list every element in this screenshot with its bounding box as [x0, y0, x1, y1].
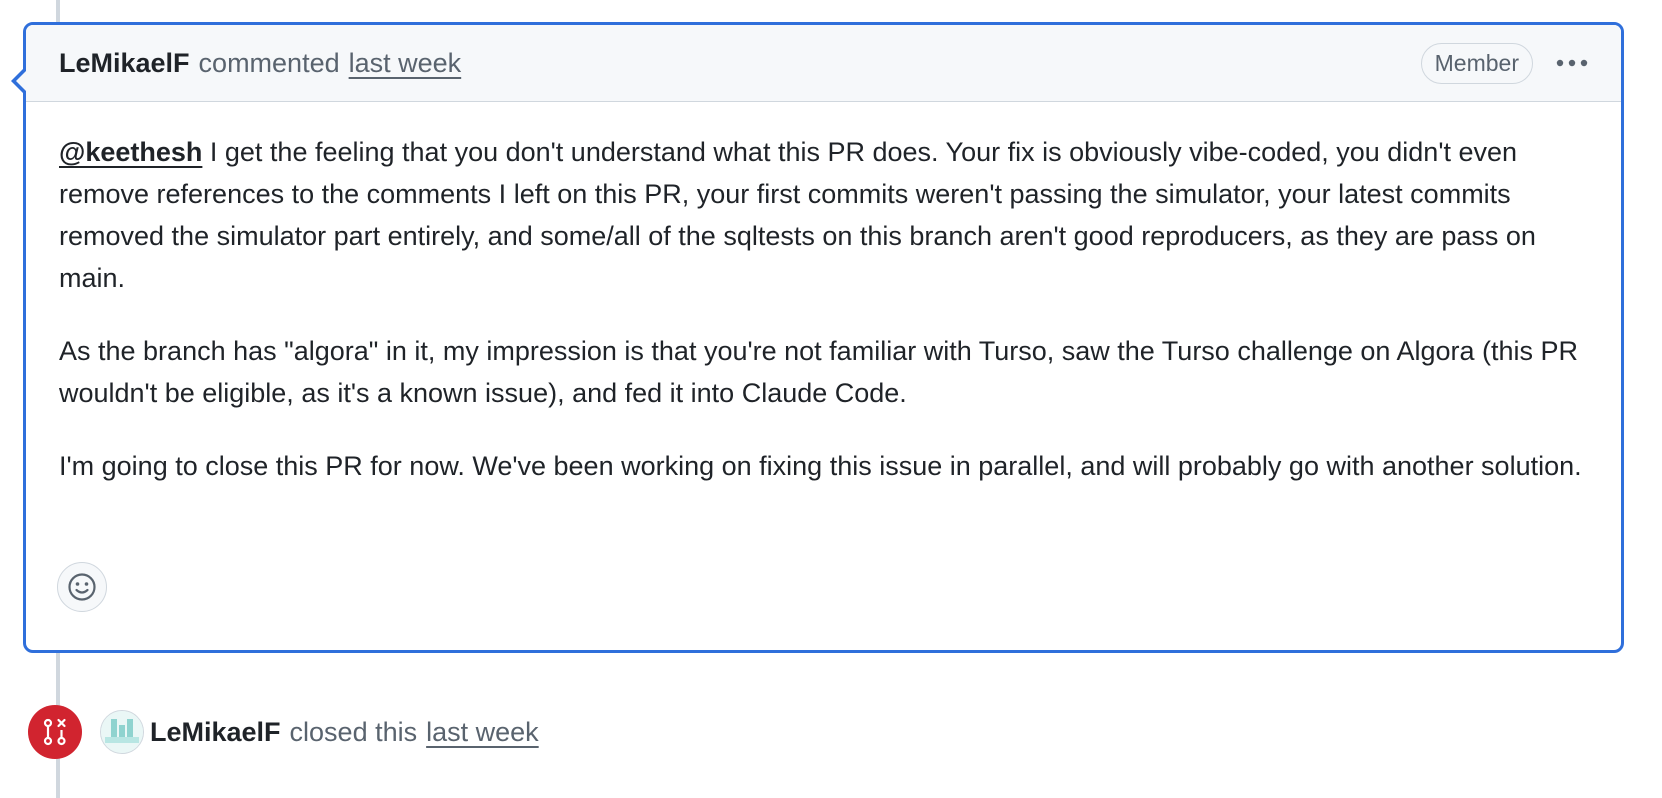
- closed-action-text: closed this: [289, 716, 418, 747]
- comment-paragraph-2: As the branch has "algora" in it, my imp…: [59, 336, 1579, 408]
- issue-timeline: LeMikaelF commented last week Member @ke…: [0, 0, 1662, 798]
- comment-paragraph-1: @keethesh I get the feeling that you don…: [59, 131, 1588, 299]
- closed-author-link[interactable]: LeMikaelF: [150, 717, 281, 748]
- comment-paragraph-3: I'm going to close this PR for now. We'v…: [59, 451, 1582, 481]
- comment-body: @keethesh I get the feeling that you don…: [26, 102, 1621, 487]
- user-mention-link[interactable]: @keethesh: [59, 137, 202, 167]
- kebab-horizontal-icon[interactable]: [1555, 44, 1589, 74]
- comment-paragraph-1-text: I get the feeling that you don't underst…: [59, 137, 1536, 293]
- comment-header: LeMikaelF commented last week Member: [26, 25, 1621, 102]
- closed-event: LeMikaelF closed this last week: [28, 705, 539, 759]
- comment-action-text: commented: [198, 47, 340, 78]
- comment-pointer-inner: [16, 70, 27, 92]
- closed-timestamp-link[interactable]: last week: [426, 717, 539, 748]
- git-pull-request-closed-icon: [28, 705, 82, 759]
- comment-card: LeMikaelF commented last week Member @ke…: [11, 22, 1624, 653]
- comment-author-link[interactable]: LeMikaelF: [59, 48, 190, 79]
- add-reaction-button[interactable]: [57, 562, 107, 612]
- avatar[interactable]: [100, 710, 144, 754]
- comment-timestamp-link[interactable]: last week: [349, 48, 462, 79]
- member-badge: Member: [1420, 42, 1533, 84]
- smiley-icon: [68, 573, 96, 601]
